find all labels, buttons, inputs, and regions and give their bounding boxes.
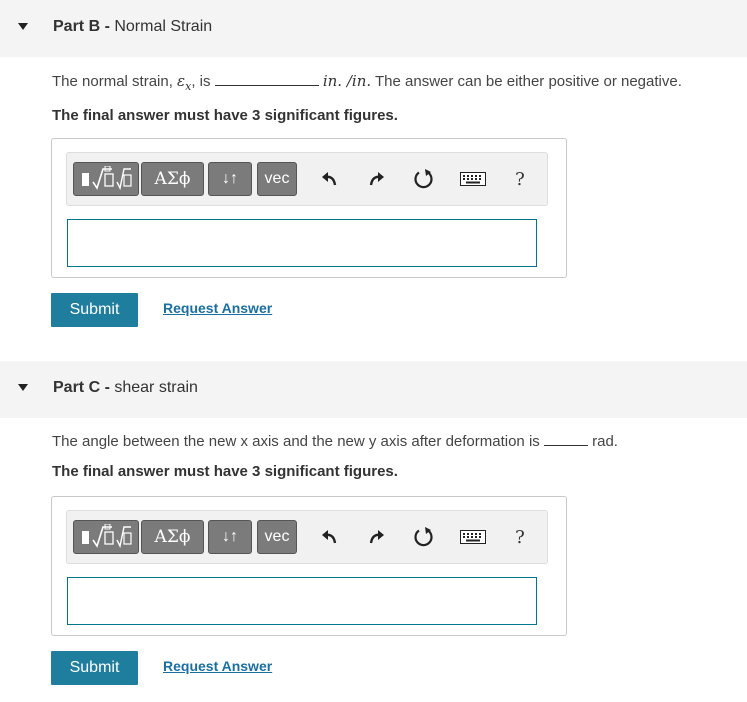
- undo-icon[interactable]: [315, 165, 343, 193]
- templates-icon: [82, 524, 132, 549]
- part-c-sigfig-note: The final answer must have 3 significant…: [52, 463, 398, 480]
- help-icon[interactable]: ?: [506, 523, 534, 551]
- redo-icon[interactable]: [363, 523, 391, 551]
- math-toolbar: ΑΣϕ ↓↑ vec ?: [66, 152, 548, 206]
- redo-icon[interactable]: [363, 165, 391, 193]
- answer-blank: [214, 71, 319, 86]
- collapse-triangle-icon[interactable]: [18, 23, 28, 30]
- greek-symbols-button[interactable]: ΑΣϕ: [141, 162, 204, 196]
- part-c-title: Part C - shear strain: [53, 379, 198, 396]
- part-b-title: Part B - Normal Strain: [53, 18, 213, 35]
- part-c-answer-panel: ΑΣϕ ↓↑ vec ?: [51, 496, 567, 636]
- part-b-sigfig-note: The final answer must have 3 significant…: [52, 107, 398, 124]
- collapse-triangle-icon[interactable]: [18, 384, 28, 391]
- templates-icon: [82, 166, 132, 191]
- part-b-request-answer-link[interactable]: Request Answer: [163, 300, 272, 316]
- part-c-header[interactable]: Part C - shear strain: [0, 361, 747, 418]
- greek-symbols-button[interactable]: ΑΣϕ: [141, 520, 204, 554]
- arrows-button[interactable]: ↓↑: [208, 162, 252, 196]
- undo-icon[interactable]: [315, 523, 343, 551]
- answer-blank: [543, 431, 588, 446]
- keyboard-icon[interactable]: [459, 523, 487, 551]
- part-c-submit-button[interactable]: Submit: [51, 651, 138, 685]
- part-c-prompt: The angle between the new x axis and the…: [52, 431, 618, 450]
- templates-button[interactable]: [73, 162, 139, 196]
- part-c-answer-input[interactable]: [67, 577, 537, 625]
- part-b-answer-input[interactable]: [67, 219, 537, 267]
- reset-icon[interactable]: [410, 523, 438, 551]
- part-b-answer-panel: ΑΣϕ ↓↑ vec ?: [51, 138, 567, 278]
- keyboard-icon[interactable]: [459, 165, 487, 193]
- part-c-request-answer-link[interactable]: Request Answer: [163, 658, 272, 674]
- help-icon[interactable]: ?: [506, 165, 534, 193]
- math-toolbar: ΑΣϕ ↓↑ vec ?: [66, 510, 548, 564]
- vector-button[interactable]: vec: [257, 520, 297, 554]
- vector-button[interactable]: vec: [257, 162, 297, 196]
- reset-icon[interactable]: [410, 165, 438, 193]
- templates-button[interactable]: [73, 520, 139, 554]
- arrows-button[interactable]: ↓↑: [208, 520, 252, 554]
- part-b-prompt: The normal strain, εx, is in. /in. The a…: [52, 71, 682, 93]
- part-b-header[interactable]: Part B - Normal Strain: [0, 0, 747, 57]
- part-b-submit-button[interactable]: Submit: [51, 293, 138, 327]
